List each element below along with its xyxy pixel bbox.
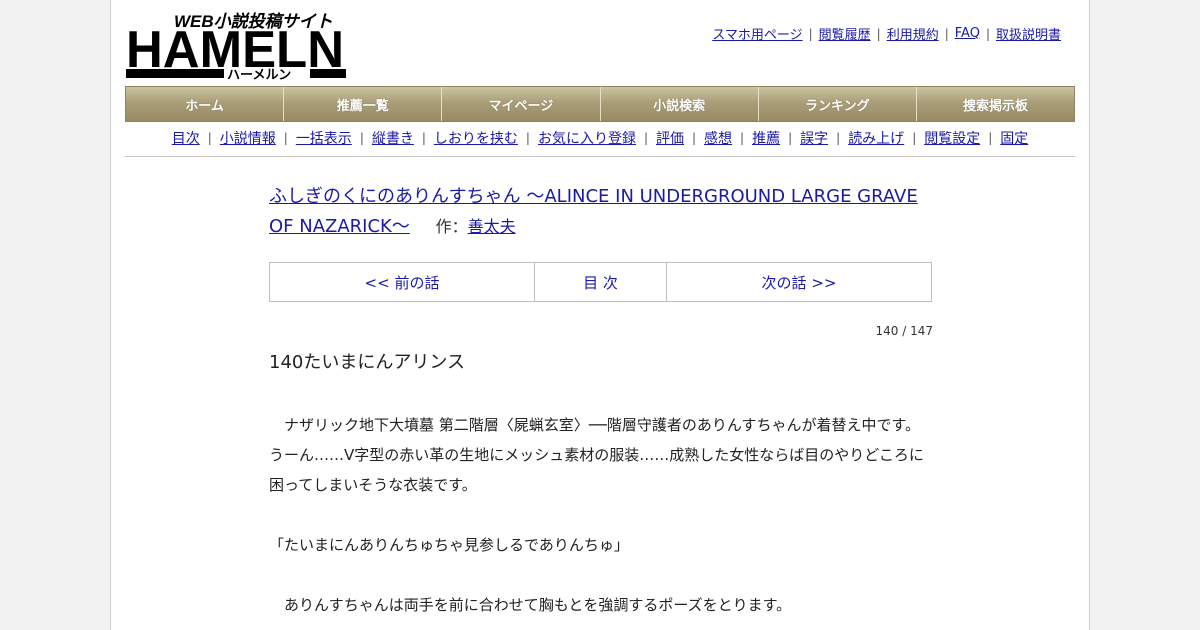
page-container: WEB小説投稿サイト HAMELN ハーメルン スマホ用ページ | 閲覧履歴 |… xyxy=(110,0,1090,630)
main-nav: ホーム 推薦一覧 マイページ 小説検索 ランキング 捜索掲示板 xyxy=(125,86,1075,122)
site-logo[interactable]: WEB小説投稿サイト HAMELN ハーメルン xyxy=(126,9,346,81)
novel-title-block: ふしぎのくにのありんすちゃん ～ALINCE IN UNDERGROUND LA… xyxy=(269,182,933,242)
author-label: 作： xyxy=(435,217,468,236)
nav-novel-search[interactable]: 小説検索 xyxy=(600,87,759,121)
next-chapter-link[interactable]: 次の話 >> xyxy=(762,272,837,293)
subnav-recommend[interactable]: 推薦 xyxy=(752,128,780,148)
chapter-title: 140たいまにんアリンス xyxy=(269,352,465,373)
nav-home[interactable]: ホーム xyxy=(126,87,285,121)
subnav-toc[interactable]: 目次 xyxy=(172,128,200,148)
paragraph: ありんすちゃんは両手を前に合わせて胸もとを強調するポーズをとります。 xyxy=(269,596,792,614)
chapter-content: ふしぎのくにのありんすちゃん ～ALINCE IN UNDERGROUND LA… xyxy=(269,182,933,620)
chapter-body: ナザリック地下大墳墓 第二階層〈屍蝋玄室〉──階層守護者のありんすちゃんが着替え… xyxy=(269,410,933,620)
page-count: 140 / 147 xyxy=(875,324,933,338)
toc-link[interactable]: 目 次 xyxy=(583,272,618,293)
nav-recommendations[interactable]: 推薦一覧 xyxy=(284,87,443,121)
pager-prev-cell: << 前の話 xyxy=(270,263,535,301)
top-links: スマホ用ページ | 閲覧履歴 | 利用規約 | FAQ | 取扱説明書 xyxy=(712,24,1061,43)
pager-toc-cell: 目 次 xyxy=(535,263,667,301)
pager-next-cell: 次の話 >> xyxy=(667,263,931,301)
nav-ranking[interactable]: ランキング xyxy=(758,87,917,121)
paragraph: ナザリック地下大墳墓 第二階層〈屍蝋玄室〉──階層守護者のありんすちゃんが着替え… xyxy=(269,416,924,494)
hameln-logo-icon: WEB小説投稿サイト HAMELN ハーメルン xyxy=(126,12,346,81)
subnav-favorite[interactable]: お気に入り登録 xyxy=(538,128,636,148)
author-link[interactable]: 善太夫 xyxy=(468,217,516,236)
prev-chapter-link[interactable]: << 前の話 xyxy=(365,272,440,293)
novel-sub-nav: 目次 | 小説情報 | 一括表示 | 縦書き | しおりを挟む | お気に入り登… xyxy=(125,128,1075,148)
novel-title-link[interactable]: ふしぎのくにのありんすちゃん ～ALINCE IN UNDERGROUND LA… xyxy=(269,186,918,237)
link-history[interactable]: 閲覧履歴 xyxy=(819,24,871,43)
paragraph: 「たいまにんありんちゅちゃ見参しるでありんちゅ」 xyxy=(269,536,629,554)
subnav-comments[interactable]: 感想 xyxy=(704,128,732,148)
link-faq[interactable]: FAQ xyxy=(955,26,980,41)
subnav-view-settings[interactable]: 閲覧設定 xyxy=(924,128,980,148)
subnav-bookmark[interactable]: しおりを挟む xyxy=(434,128,518,148)
link-manual[interactable]: 取扱説明書 xyxy=(996,24,1061,43)
divider xyxy=(125,156,1075,157)
link-smartphone[interactable]: スマホ用ページ xyxy=(712,24,802,43)
link-terms[interactable]: 利用規約 xyxy=(887,24,939,43)
subnav-typo[interactable]: 誤字 xyxy=(800,128,828,148)
author-block: 作：善太夫 xyxy=(436,217,516,236)
logo-reading: ハーメルン xyxy=(227,67,291,81)
nav-mypage[interactable]: マイページ xyxy=(442,87,601,121)
subnav-read-aloud[interactable]: 読み上げ xyxy=(848,128,904,148)
chapter-pager: << 前の話 目 次 次の話 >> xyxy=(269,262,932,302)
subnav-rating[interactable]: 評価 xyxy=(656,128,684,148)
subnav-novel-info[interactable]: 小説情報 xyxy=(220,128,276,148)
subnav-pin[interactable]: 固定 xyxy=(1000,128,1028,148)
subnav-vertical[interactable]: 縦書き xyxy=(372,128,414,148)
subnav-show-all[interactable]: 一括表示 xyxy=(296,128,352,148)
nav-search-board[interactable]: 捜索掲示板 xyxy=(916,87,1075,121)
